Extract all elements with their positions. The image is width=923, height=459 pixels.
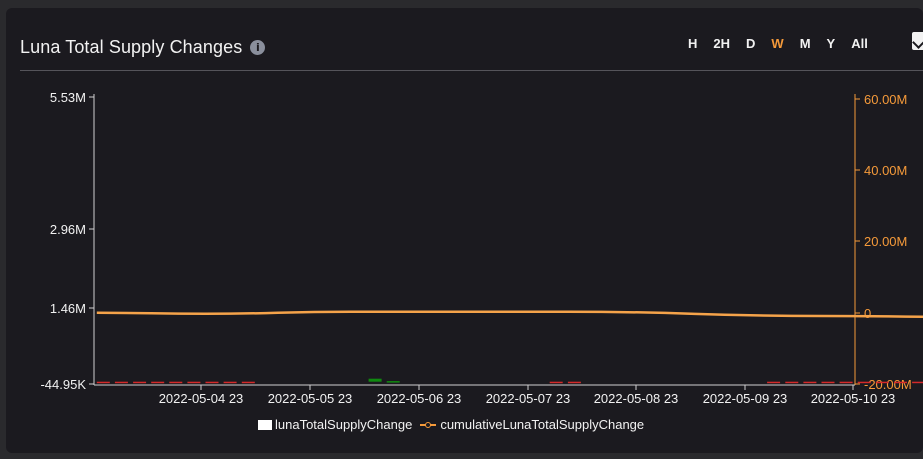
bar[interactable] (241, 381, 255, 384)
bar[interactable] (875, 381, 889, 384)
bar[interactable] (169, 381, 183, 384)
x-axis-ticks: 2022-05-04 23 2022-05-05 23 2022-05-06 2… (159, 385, 896, 406)
cumulative-line[interactable] (96, 145, 923, 320)
legend-line-label: cumulativeLunaTotalSupplyChange (440, 417, 645, 432)
bar[interactable] (785, 381, 799, 384)
right-tick-label: 60.00M (864, 92, 907, 107)
x-tick-label: 2022-05-07 23 (486, 391, 571, 406)
bar[interactable] (567, 381, 581, 384)
right-axis-ticks: 60.00M 40.00M 20.00M 0 -20.00M (855, 92, 912, 392)
left-tick-label: 2.96M (50, 222, 86, 237)
left-axis-ticks: 5.53M 2.96M 1.46M -44.95K (40, 90, 94, 392)
bar[interactable] (857, 381, 871, 384)
bar[interactable] (205, 381, 219, 384)
legend-item-bar[interactable]: lunaTotalSupplyChange (258, 417, 412, 432)
x-tick-label: 2022-05-05 23 (268, 391, 353, 406)
right-tick-label: -20.00M (864, 377, 912, 392)
right-tick-label: 40.00M (864, 163, 907, 178)
bar[interactable] (223, 381, 237, 384)
x-tick-label: 2022-05-08 23 (594, 391, 679, 406)
bar[interactable] (894, 381, 907, 384)
bar[interactable] (133, 381, 147, 384)
x-tick-label: 2022-05-09 23 (703, 391, 788, 406)
bar[interactable] (821, 381, 835, 384)
bar[interactable] (368, 378, 382, 382)
bar[interactable] (839, 381, 853, 384)
left-tick-label: 5.53M (50, 90, 86, 105)
bar[interactable] (114, 381, 128, 384)
x-tick-label: 2022-05-10 23 (811, 391, 896, 406)
legend-line-swatch (420, 420, 437, 430)
bar[interactable] (96, 381, 110, 384)
x-tick-label: 2022-05-04 23 (159, 391, 244, 406)
bar[interactable] (549, 381, 563, 384)
chart-plot: 5.53M 2.96M 1.46M -44.95K 60.00M 40.00M … (40, 90, 923, 406)
bar[interactable] (803, 381, 817, 384)
bar[interactable] (767, 381, 781, 384)
axes (93, 94, 856, 386)
bar[interactable] (187, 381, 201, 384)
x-tick-label: 2022-05-06 23 (377, 391, 462, 406)
bar[interactable] (151, 381, 165, 384)
legend-item-line[interactable]: cumulativeLunaTotalSupplyChange (420, 417, 644, 432)
bar-series (96, 378, 923, 384)
left-tick-label: 1.46M (50, 301, 86, 316)
bar[interactable] (912, 381, 923, 384)
line-series (96, 145, 923, 320)
legend: lunaTotalSupplyChange cumulativeLunaTota… (258, 417, 652, 432)
bar[interactable] (386, 381, 400, 383)
right-tick-label: 20.00M (864, 234, 907, 249)
left-tick-label: -44.95K (40, 377, 86, 392)
legend-bar-label: lunaTotalSupplyChange (275, 417, 413, 432)
right-tick-label: 0 (864, 306, 871, 321)
legend-bar-swatch (258, 419, 272, 430)
